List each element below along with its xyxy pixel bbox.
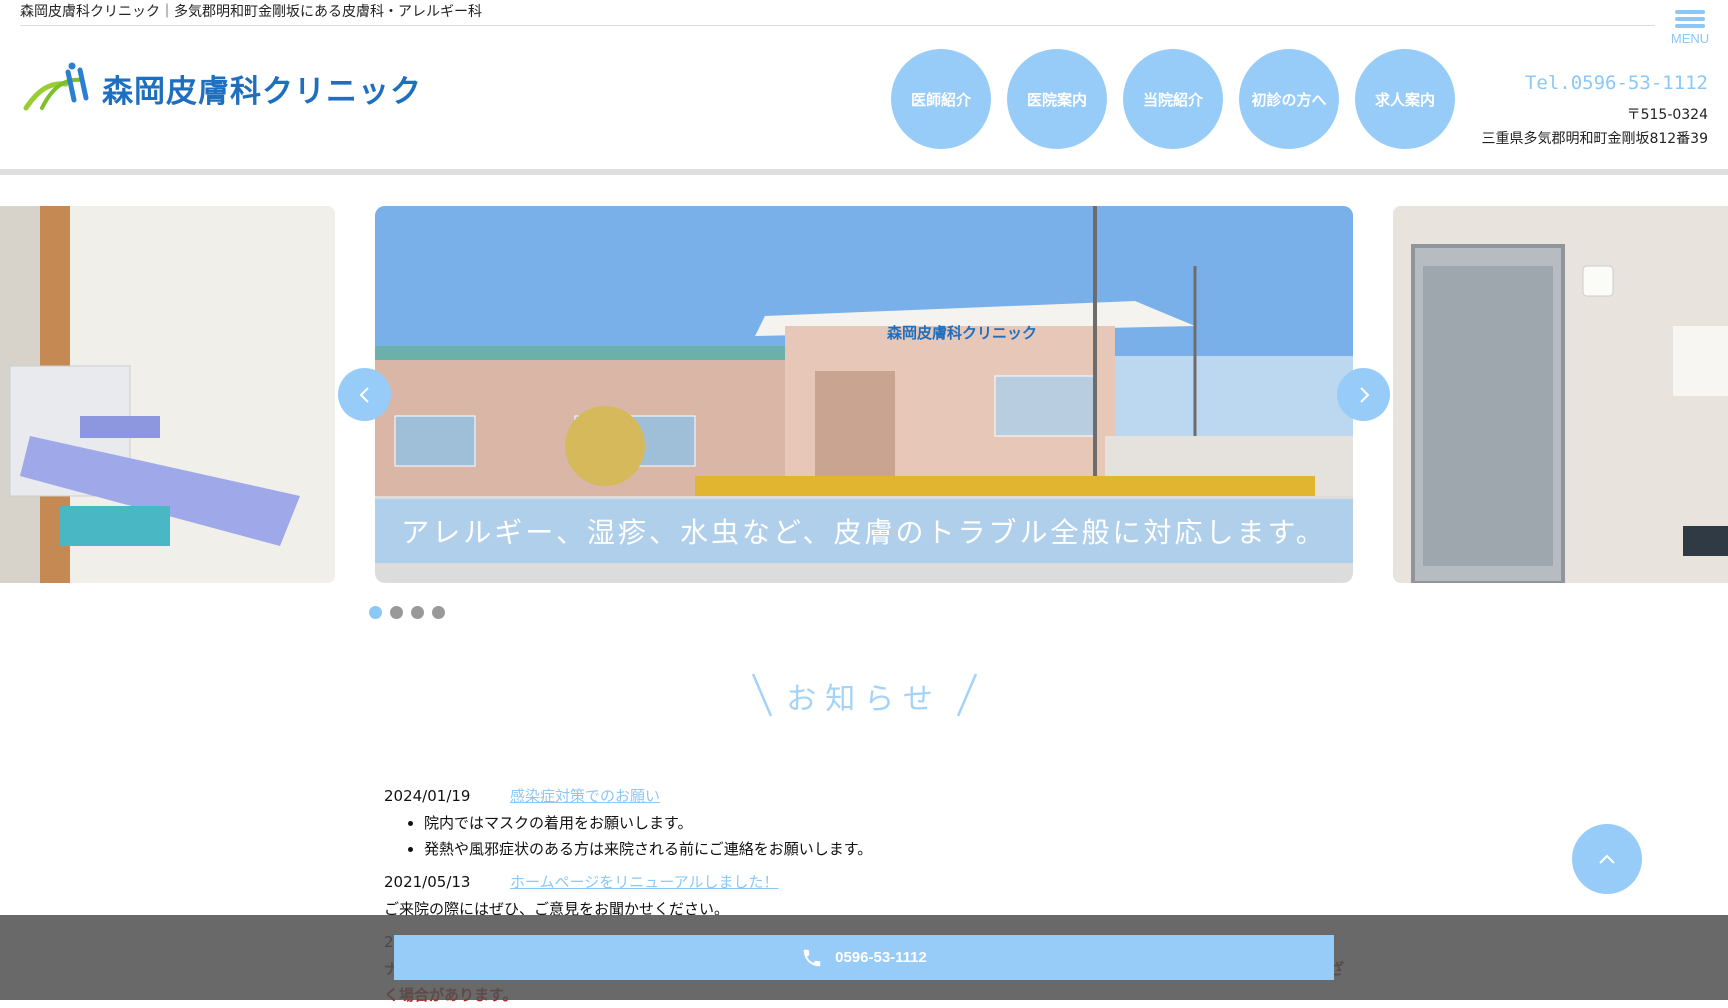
slider-dot-2[interactable] bbox=[390, 606, 403, 619]
nav-recruit[interactable]: 求人案内 bbox=[1355, 49, 1455, 149]
slide-next-entrance[interactable] bbox=[1393, 206, 1728, 583]
back-to-top-button[interactable] bbox=[1572, 824, 1642, 894]
call-button[interactable]: 0596-53-1112 bbox=[394, 935, 1334, 980]
news-bullet: 発熱や風邪症状のある方は来院される前にご連絡をお願いします。 bbox=[424, 836, 1344, 862]
news-title-link[interactable]: 感染症対策でのお願い bbox=[510, 784, 660, 810]
site-tagline: 森岡皮膚科クリニック｜多気郡明和町金剛坂にある皮膚科・アレルギー科 bbox=[20, 0, 1655, 26]
menu-button[interactable]: MENU bbox=[1668, 8, 1712, 56]
logo-mark-icon bbox=[23, 62, 89, 111]
slash-right-decoration bbox=[956, 673, 978, 717]
nav-about[interactable]: 当院紹介 bbox=[1123, 49, 1223, 149]
clinic-logo[interactable]: 森岡皮膚科クリニック bbox=[22, 60, 421, 116]
logo-text: 森岡皮膚科クリニック bbox=[102, 74, 422, 110]
hamburger-icon bbox=[1668, 10, 1712, 28]
news-item: 2021/05/13 ホームページをリニューアルしました！ bbox=[384, 870, 1344, 896]
chevron-up-icon bbox=[1599, 854, 1615, 864]
news-date: 2021/05/13 bbox=[384, 873, 471, 891]
chevron-right-icon bbox=[1359, 386, 1369, 403]
menu-label: MENU bbox=[1670, 31, 1710, 46]
news-item: 2024/01/19 感染症対策でのお願い bbox=[384, 784, 1344, 810]
header-divider bbox=[0, 169, 1728, 175]
slider-prev-button[interactable] bbox=[338, 368, 391, 421]
news-title: お知らせ bbox=[786, 682, 942, 717]
address: 三重県多気郡明和町金剛坂812番39 bbox=[1481, 131, 1708, 147]
phone-icon bbox=[801, 947, 823, 969]
slider-next-button[interactable] bbox=[1337, 368, 1390, 421]
nav-clinic-guide[interactable]: 医院案内 bbox=[1007, 49, 1107, 149]
chevron-left-icon bbox=[359, 386, 369, 403]
slide-prev-examination-room[interactable] bbox=[0, 206, 335, 583]
contact-block: Tel.0596-53-1112 〒515-0324 三重県多気郡明和町金剛坂8… bbox=[1481, 72, 1708, 148]
slider-dot-3[interactable] bbox=[411, 606, 424, 619]
nav-doctor[interactable]: 医師紹介 bbox=[891, 49, 991, 149]
postal-code: 〒515-0324 bbox=[1626, 107, 1708, 123]
slider-dot-1[interactable] bbox=[369, 606, 382, 619]
news-bullets: 院内ではマスクの着用をお願いします。 発熱や風邪症状のある方は来院される前にご連… bbox=[384, 810, 1344, 862]
examination-room-image bbox=[0, 206, 335, 583]
call-number: 0596-53-1112 bbox=[835, 949, 927, 966]
building-signage: 森岡皮膚科クリニック bbox=[887, 324, 1037, 342]
slider-dot-4[interactable] bbox=[432, 606, 445, 619]
slash-left-decoration bbox=[751, 673, 773, 717]
slide-caption: アレルギー、湿疹、水虫など、皮膚のトラブル全般に対応します。 bbox=[401, 516, 1327, 549]
slide-active-clinic-exterior[interactable]: 森岡皮膚科クリニック アレルギー、湿疹、水虫など、皮膚のトラブル全般に対応します… bbox=[375, 206, 1353, 583]
news-title-link[interactable]: ホームページをリニューアルしました！ bbox=[510, 870, 779, 896]
entrance-image bbox=[1393, 206, 1728, 583]
news-heading: お知らせ bbox=[0, 672, 1728, 732]
tel-number[interactable]: Tel.0596-53-1112 bbox=[1481, 72, 1708, 94]
news-date: 2024/01/19 bbox=[384, 787, 471, 805]
news-bullet: 院内ではマスクの着用をお願いします。 bbox=[424, 810, 1344, 836]
nav-first-visit[interactable]: 初診の方へ bbox=[1239, 49, 1339, 149]
